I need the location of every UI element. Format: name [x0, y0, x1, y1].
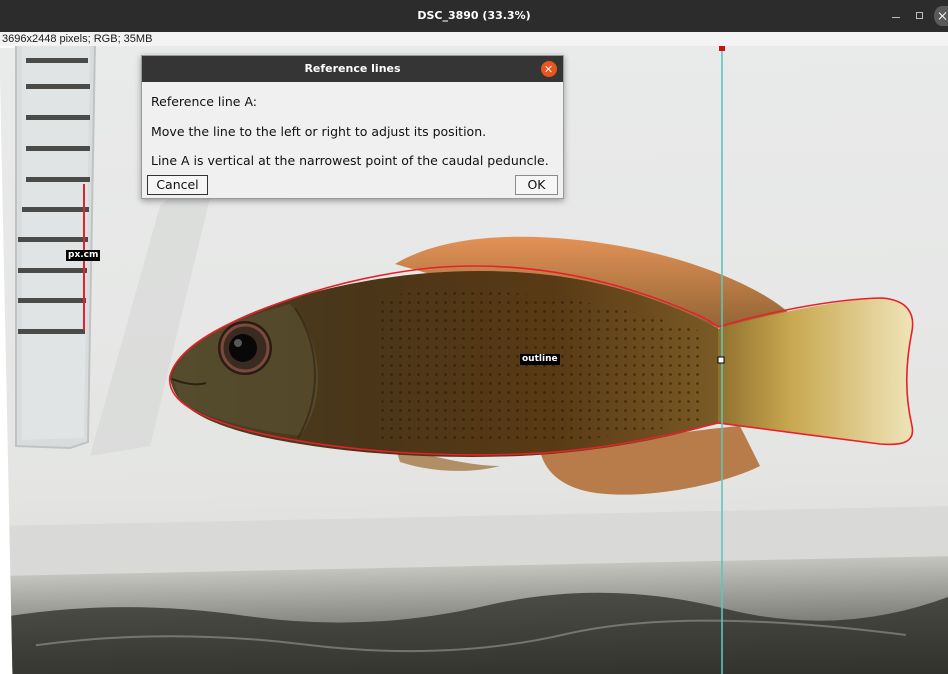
close-icon[interactable] [541, 61, 557, 77]
dialog-message-instruction: Move the line to the left or right to ad… [151, 124, 487, 139]
outline-roi-label: outline [520, 354, 560, 365]
image-info-bar: 3696x2448 pixels; RGB; 35MB [0, 32, 948, 46]
maximize-icon[interactable] [910, 6, 930, 26]
dialog-message-heading: Reference line A: [151, 94, 257, 109]
window-titlebar: DSC_3890 (33.3%) [0, 0, 948, 32]
dialog-title: Reference lines [304, 62, 401, 75]
dialog-message-description: Line A is vertical at the narrowest poin… [151, 153, 549, 168]
window-title: DSC_3890 (33.3%) [417, 9, 531, 22]
minimize-icon[interactable] [886, 6, 906, 26]
dialog-titlebar: Reference lines [142, 56, 563, 82]
reference-lines-dialog: Reference lines Reference line A: Move t… [141, 55, 564, 199]
scale-roi-label: px.cm [66, 250, 101, 261]
ok-button[interactable]: OK [515, 175, 558, 195]
cancel-button[interactable]: Cancel [147, 175, 208, 195]
close-icon[interactable] [934, 6, 948, 26]
